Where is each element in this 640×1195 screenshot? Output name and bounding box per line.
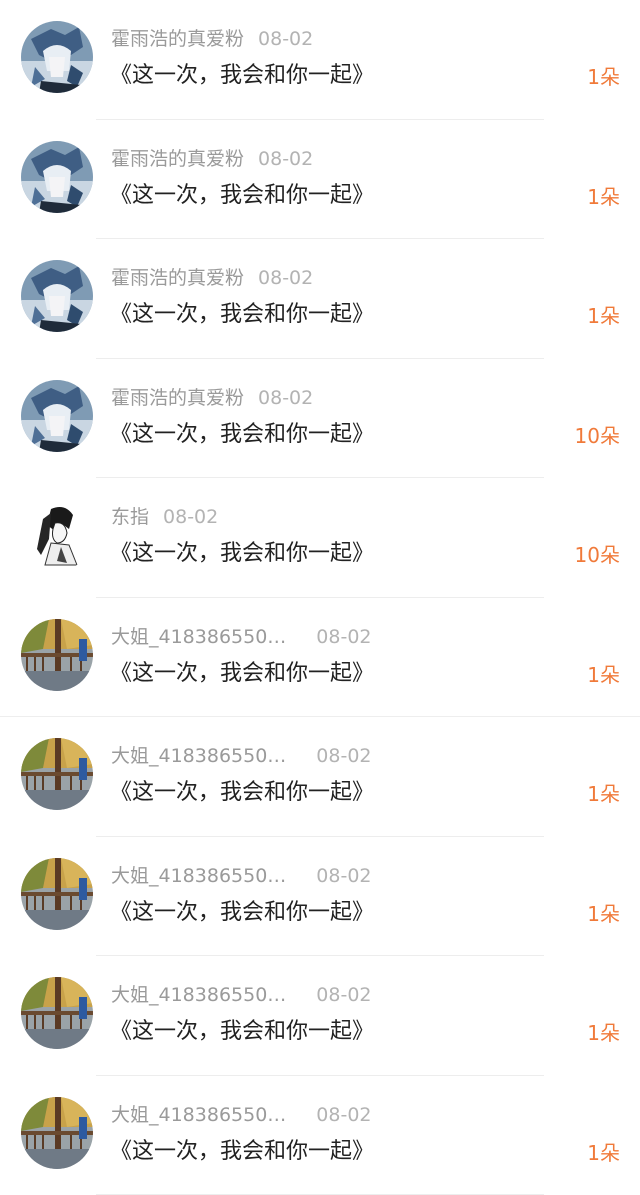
- avatar[interactable]: [21, 380, 93, 452]
- avatar[interactable]: [21, 21, 93, 93]
- flower-count: 1朵: [587, 301, 620, 331]
- work-title: 《这一次，我会和你一起》: [110, 299, 374, 331]
- record-date: 08-02: [316, 1104, 371, 1126]
- record-date: 08-02: [258, 28, 313, 50]
- flower-count: 1朵: [587, 62, 620, 92]
- gift-record-list: 霍雨浩的真爱粉 08-02 《这一次，我会和你一起》 1朵 霍雨浩的真爱粉 08-0…: [0, 0, 640, 1160]
- flower-count: 1朵: [587, 660, 620, 690]
- record-meta: 东指 08-02: [111, 504, 218, 530]
- avatar[interactable]: [21, 858, 93, 930]
- record-date: 08-02: [316, 865, 371, 887]
- record-meta: 霍雨浩的真爱粉 08-02: [111, 146, 313, 172]
- record-date: 08-02: [258, 387, 313, 409]
- avatar[interactable]: [21, 499, 93, 571]
- work-title: 《这一次，我会和你一起》: [110, 180, 374, 212]
- work-title: 《这一次，我会和你一起》: [110, 60, 374, 92]
- work-title: 《这一次，我会和你一起》: [110, 777, 374, 809]
- avatar[interactable]: [21, 1097, 93, 1169]
- gift-record-row[interactable]: 霍雨浩的真爱粉 08-02 《这一次，我会和你一起》 10朵: [0, 359, 640, 479]
- flower-count: 1朵: [587, 1018, 620, 1048]
- work-title: 《这一次，我会和你一起》: [110, 658, 374, 690]
- username[interactable]: 大姐_418386550…: [111, 743, 286, 769]
- username[interactable]: 东指: [111, 506, 149, 528]
- work-title: 《这一次，我会和你一起》: [110, 419, 374, 451]
- record-meta: 大姐_418386550… 08-02: [111, 1102, 372, 1128]
- avatar[interactable]: [21, 141, 93, 213]
- record-date: 08-02: [258, 267, 313, 289]
- record-date: 08-02: [316, 745, 371, 767]
- gift-record-row[interactable]: 大姐_418386550… 08-02 《这一次，我会和你一起》 1朵: [0, 956, 640, 1076]
- record-meta: 大姐_418386550… 08-02: [111, 624, 372, 650]
- record-date: 08-02: [258, 148, 313, 170]
- avatar[interactable]: [21, 619, 93, 691]
- record-meta: 大姐_418386550… 08-02: [111, 982, 372, 1008]
- flower-count: 1朵: [587, 182, 620, 212]
- record-date: 08-02: [316, 984, 371, 1006]
- username[interactable]: 霍雨浩的真爱粉: [111, 267, 244, 289]
- flower-count: 1朵: [587, 779, 620, 809]
- username[interactable]: 大姐_418386550…: [111, 863, 286, 889]
- record-meta: 霍雨浩的真爱粉 08-02: [111, 26, 313, 52]
- gift-record-row[interactable]: 大姐_418386550… 08-02 《这一次，我会和你一起》 1朵: [0, 837, 640, 957]
- flower-count: 1朵: [587, 899, 620, 929]
- gift-record-row[interactable]: 大姐_418386550… 08-02 《这一次，我会和你一起》 1朵: [0, 1076, 640, 1195]
- gift-record-row[interactable]: 大姐_418386550… 08-02 《这一次，我会和你一起》 1朵: [0, 717, 640, 837]
- record-date: 08-02: [316, 626, 371, 648]
- work-title: 《这一次，我会和你一起》: [110, 1136, 374, 1168]
- avatar[interactable]: [21, 977, 93, 1049]
- record-meta: 霍雨浩的真爱粉 08-02: [111, 385, 313, 411]
- username[interactable]: 大姐_418386550…: [111, 624, 286, 650]
- flower-count: 10朵: [575, 540, 620, 570]
- record-meta: 霍雨浩的真爱粉 08-02: [111, 265, 313, 291]
- record-meta: 大姐_418386550… 08-02: [111, 743, 372, 769]
- flower-count: 1朵: [587, 1138, 620, 1168]
- username[interactable]: 霍雨浩的真爱粉: [111, 28, 244, 50]
- avatar[interactable]: [21, 260, 93, 332]
- gift-record-row[interactable]: 霍雨浩的真爱粉 08-02 《这一次，我会和你一起》 1朵: [0, 120, 640, 240]
- gift-record-row[interactable]: 东指 08-02 《这一次，我会和你一起》 10朵: [0, 478, 640, 598]
- username[interactable]: 大姐_418386550…: [111, 982, 286, 1008]
- gift-record-row[interactable]: 霍雨浩的真爱粉 08-02 《这一次，我会和你一起》 1朵: [0, 239, 640, 359]
- work-title: 《这一次，我会和你一起》: [110, 897, 374, 929]
- username[interactable]: 大姐_418386550…: [111, 1102, 286, 1128]
- username[interactable]: 霍雨浩的真爱粉: [111, 387, 244, 409]
- avatar[interactable]: [21, 738, 93, 810]
- work-title: 《这一次，我会和你一起》: [110, 1016, 374, 1048]
- gift-record-row[interactable]: 霍雨浩的真爱粉 08-02 《这一次，我会和你一起》 1朵: [0, 0, 640, 120]
- record-meta: 大姐_418386550… 08-02: [111, 863, 372, 889]
- work-title: 《这一次，我会和你一起》: [110, 538, 374, 570]
- gift-record-row[interactable]: 大姐_418386550… 08-02 《这一次，我会和你一起》 1朵: [0, 598, 640, 718]
- flower-count: 10朵: [575, 421, 620, 451]
- username[interactable]: 霍雨浩的真爱粉: [111, 148, 244, 170]
- record-date: 08-02: [163, 506, 218, 528]
